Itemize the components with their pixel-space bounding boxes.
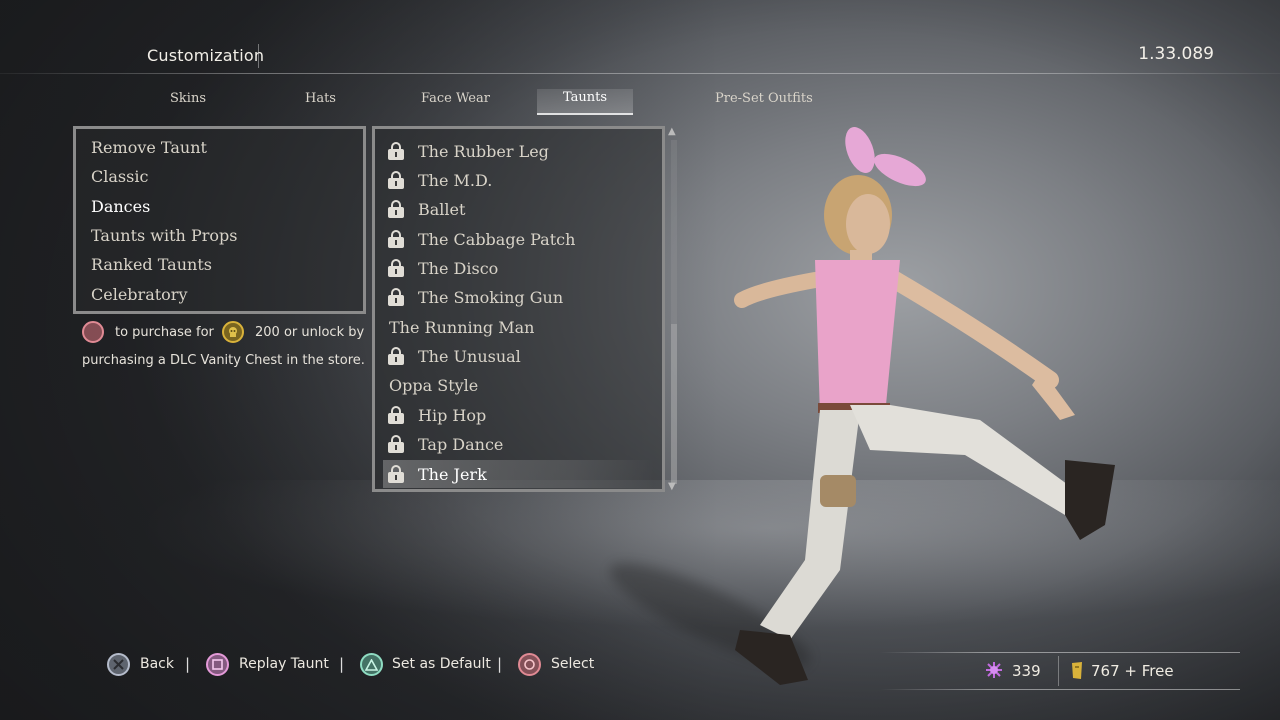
- purchase-text-suffix: 200 or unlock by: [255, 325, 365, 340]
- lock-icon: [388, 142, 404, 160]
- footer-separator: |: [185, 655, 191, 673]
- taunt-label: The Unusual: [418, 346, 521, 366]
- scrollbar-thumb[interactable]: [671, 324, 677, 484]
- tab-face-wear[interactable]: Face Wear: [421, 91, 490, 106]
- tab-pre-set-outfits[interactable]: Pre-Set Outfits: [715, 91, 813, 106]
- relic-icon: [986, 662, 1002, 678]
- treasure-count: 767 + Free: [1091, 662, 1174, 680]
- category-remove-taunt[interactable]: Remove Taunt: [91, 138, 207, 157]
- taunt-item[interactable]: The Cabbage Patch: [383, 225, 654, 253]
- title-divider: [258, 44, 259, 68]
- replay-taunt-button[interactable]: Replay Taunt: [239, 656, 329, 672]
- taunt-item[interactable]: Tap Dance: [383, 430, 654, 458]
- taunt-label: The Disco: [418, 258, 499, 278]
- taunt-label: The Running Man: [389, 317, 535, 337]
- purchase-text-prefix: to purchase for: [115, 325, 214, 340]
- circle-button-icon: [518, 653, 541, 676]
- back-button[interactable]: Back: [140, 656, 174, 672]
- category-panel: Remove Taunt Classic Dances Taunts with …: [73, 126, 366, 314]
- scroll-up-arrow-icon[interactable]: ▲: [668, 126, 676, 137]
- header-divider: [0, 73, 1280, 74]
- taunt-label: The M.D.: [418, 170, 493, 190]
- lock-icon: [388, 259, 404, 277]
- taunt-item[interactable]: Hip Hop: [383, 401, 654, 429]
- lock-icon: [388, 465, 404, 483]
- cross-button-icon: [107, 653, 130, 676]
- taunt-item[interactable]: The Disco: [383, 254, 654, 282]
- taunt-item[interactable]: The Running Man: [383, 313, 654, 341]
- tab-skins[interactable]: Skins: [170, 91, 206, 106]
- tab-hats[interactable]: Hats: [305, 91, 336, 106]
- currency-bottom-line: [880, 689, 1240, 690]
- category-celebratory[interactable]: Celebratory: [91, 285, 187, 304]
- taunt-label: Hip Hop: [418, 405, 487, 425]
- lock-icon: [388, 288, 404, 306]
- treasure-coin-icon: [222, 321, 244, 343]
- triangle-button-icon: [360, 653, 383, 676]
- currency-divider: [1058, 656, 1059, 686]
- currency-top-line: [880, 652, 1240, 653]
- taunt-item[interactable]: The Smoking Gun: [383, 283, 654, 311]
- category-classic[interactable]: Classic: [91, 167, 148, 186]
- taunt-label: The Rubber Leg: [418, 141, 549, 161]
- taunt-label: Tap Dance: [418, 434, 504, 454]
- circle-button-icon: [82, 321, 104, 343]
- treasure-icon: [1072, 662, 1082, 679]
- page-title: Customization: [147, 46, 265, 65]
- square-button-icon: [206, 653, 229, 676]
- footer-separator: |: [497, 655, 503, 673]
- taunt-item[interactable]: The Rubber Leg: [383, 137, 654, 165]
- taunt-item[interactable]: The M.D.: [383, 166, 654, 194]
- category-taunts-with-props[interactable]: Taunts with Props: [91, 226, 237, 245]
- purchase-text-line2: purchasing a DLC Vanity Chest in the sto…: [82, 353, 365, 368]
- taunt-label: Oppa Style: [389, 375, 479, 395]
- version-label: 1.33.089: [1138, 44, 1214, 64]
- taunt-label: The Jerk: [418, 464, 487, 484]
- taunt-item[interactable]: Ballet: [383, 195, 654, 223]
- lock-icon: [388, 171, 404, 189]
- taunt-label: Ballet: [418, 199, 466, 219]
- select-button[interactable]: Select: [551, 656, 594, 672]
- character-model: [734, 127, 1115, 685]
- category-dances[interactable]: Dances: [91, 197, 150, 216]
- tab-taunts[interactable]: Taunts: [537, 89, 634, 115]
- scroll-down-arrow-icon[interactable]: ▼: [668, 481, 676, 492]
- taunt-label: The Smoking Gun: [418, 287, 564, 307]
- relic-count: 339: [1012, 662, 1041, 680]
- lock-icon: [388, 406, 404, 424]
- lock-icon: [388, 200, 404, 218]
- lock-icon: [388, 230, 404, 248]
- taunt-list-panel: The Rubber Leg The M.D. Ballet The Cabba…: [372, 126, 665, 492]
- taunt-label: The Cabbage Patch: [418, 229, 576, 249]
- taunt-item[interactable]: The Unusual: [383, 342, 654, 370]
- footer-separator: |: [339, 655, 345, 673]
- category-ranked-taunts[interactable]: Ranked Taunts: [91, 255, 212, 274]
- set-as-default-button[interactable]: Set as Default: [392, 656, 491, 672]
- taunt-item[interactable]: Oppa Style: [383, 371, 654, 399]
- lock-icon: [388, 435, 404, 453]
- taunt-item-selected[interactable]: The Jerk: [383, 460, 654, 488]
- lock-icon: [388, 347, 404, 365]
